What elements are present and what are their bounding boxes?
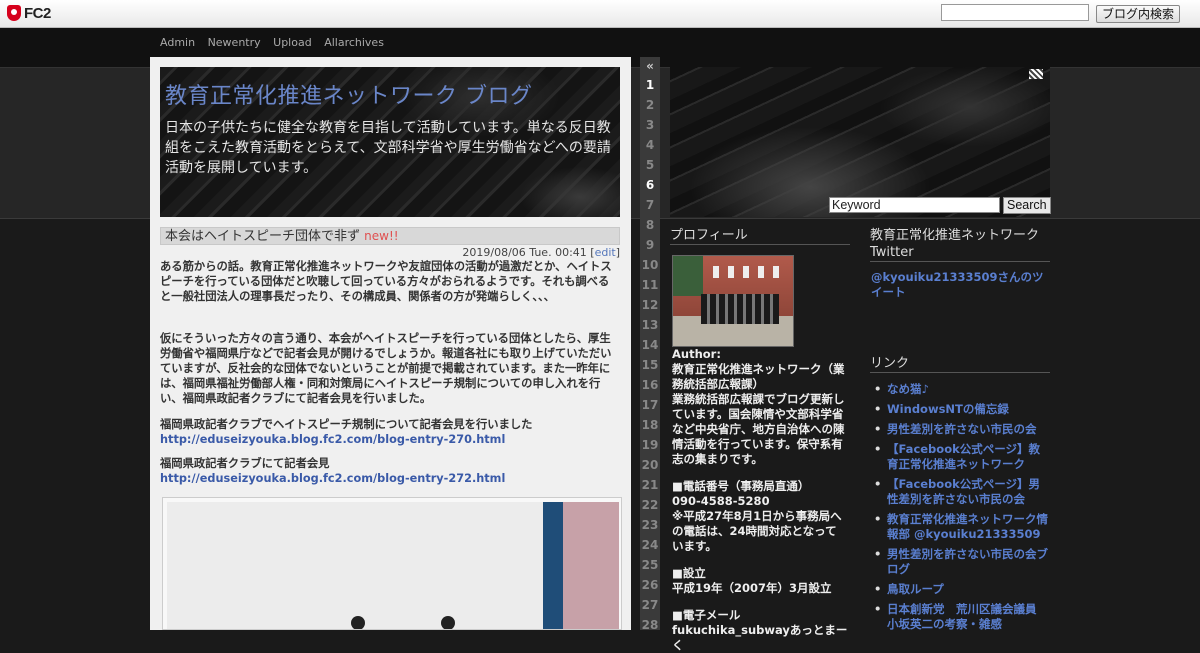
blog-description: 日本の子供たちに健全な教育を目指して活動しています。単なる反日教組をこえた教育活… — [165, 120, 611, 176]
profile-text: Author: 教育正常化推進ネットワーク（業務統括部広報課） 業務統括部広報課… — [672, 347, 848, 653]
pager-17[interactable]: 17 — [640, 398, 660, 412]
entry-datetime: 2019/08/06 Tue. 00:41 — [462, 246, 587, 259]
flag-icon — [1029, 69, 1043, 79]
link-item[interactable]: なめ猫♪ — [871, 382, 1051, 397]
entry-title[interactable]: 本会はヘイトスピーチ団体で非ず new!! — [160, 227, 620, 245]
entry-date: 2019/08/06 Tue. 00:41 [edit] — [462, 246, 620, 259]
pager-18[interactable]: 18 — [640, 418, 660, 432]
entry-paragraph-4: 福岡県政記者クラブにて記者会見 http://eduseizyouka.blog… — [160, 456, 620, 486]
pager-12[interactable]: 12 — [640, 298, 660, 312]
page-number-column: « 1 2 3 4 5 6 7 8 9 10 11 12 13 14 15 16… — [640, 57, 660, 632]
blog-title[interactable]: 教育正常化推進ネットワーク ブログ — [165, 78, 533, 110]
new-badge: new!! — [364, 229, 399, 243]
pager-22[interactable]: 22 — [640, 498, 660, 512]
blog-search-input[interactable] — [941, 4, 1089, 21]
keyword-search-input[interactable] — [829, 197, 1000, 213]
pager-8[interactable]: 8 — [640, 218, 660, 232]
link-item[interactable]: WindowsNTの備忘録 — [871, 402, 1051, 417]
entry-title-text[interactable]: 本会はヘイトスピーチ団体で非ず — [165, 229, 360, 244]
pager-23[interactable]: 23 — [640, 518, 660, 532]
fc2-logo-icon — [7, 5, 21, 21]
profile-name: 教育正常化推進ネットワーク（業務統括部広報課） — [672, 362, 845, 391]
pager-27[interactable]: 27 — [640, 598, 660, 612]
fc2-logo[interactable]: FC2 — [7, 4, 51, 22]
pager-20[interactable]: 20 — [640, 458, 660, 472]
pager-5[interactable]: 5 — [640, 158, 660, 172]
profile-email: fukuchika_subwayあっとまーく — [672, 623, 848, 652]
entry-paragraph-3-text: 福岡県政記者クラブでヘイトスピーチ規制について記者会見を行いました — [160, 418, 533, 431]
top-nav: Admin Newentry Upload Allarchives — [160, 36, 393, 49]
keyword-search-button[interactable]: Search — [1003, 197, 1051, 214]
pager-16[interactable]: 16 — [640, 378, 660, 392]
entry-photo[interactable] — [162, 497, 622, 630]
pager-19[interactable]: 19 — [640, 438, 660, 452]
fc2-header-bar: FC2 ブログ内検索 — [0, 0, 1200, 28]
pager-10[interactable]: 10 — [640, 258, 660, 272]
profile-bio: 業務統括部広報課でブログ更新しています。国会陳情や文部科学省など中央省庁、地方自… — [672, 392, 845, 466]
link-item[interactable]: 男性差別を許さない市民の会ブログ — [871, 547, 1051, 577]
pager-4[interactable]: 4 — [640, 138, 660, 152]
pager-21[interactable]: 21 — [640, 478, 660, 492]
profile-email-label: ■電子メール — [672, 608, 741, 622]
pager-2[interactable]: 2 — [640, 98, 660, 112]
entry-link-272[interactable]: http://eduseizyouka.blog.fc2.com/blog-en… — [160, 471, 620, 486]
right-header-image — [670, 67, 1050, 217]
nav-allarchives[interactable]: Allarchives — [324, 36, 384, 49]
links-list: なめ猫♪ WindowsNTの備忘録 男性差別を許さない市民の会 【Facebo… — [871, 382, 1051, 637]
profile-heading: プロフィール — [670, 227, 850, 245]
link-item[interactable]: 【Facebook公式ページ】教育正常化推進ネットワーク — [871, 442, 1051, 472]
link-item[interactable]: 教育正常化推進ネットワーク情報部 @kyouiku21333509 — [871, 512, 1051, 542]
entry-paragraph-4-text: 福岡県政記者クラブにて記者会見 — [160, 457, 330, 470]
twitter-timeline-link[interactable]: @kyouiku21333509さんのツイート — [871, 270, 1049, 300]
nav-admin[interactable]: Admin — [160, 36, 195, 49]
pager-26[interactable]: 26 — [640, 578, 660, 592]
pager-9[interactable]: 9 — [640, 238, 660, 252]
edit-link[interactable]: edit — [595, 246, 616, 259]
link-item[interactable]: 鳥取ループ — [871, 582, 1051, 597]
pager-14[interactable]: 14 — [640, 338, 660, 352]
pager-1[interactable]: 1 — [640, 78, 660, 92]
pager-6[interactable]: 6 — [640, 178, 660, 192]
pager-prev[interactable]: « — [640, 59, 660, 73]
link-item[interactable]: 【Facebook公式ページ】男性差別を許さない市民の会 — [871, 477, 1051, 507]
pager-15[interactable]: 15 — [640, 358, 660, 372]
links-heading: リンク — [870, 355, 1050, 373]
profile-phone-note: ※平成27年8月1日から事務局への電話は、24時間対応となっています。 — [672, 509, 842, 553]
pager-3[interactable]: 3 — [640, 118, 660, 132]
twitter-heading: 教育正常化推進ネットワークTwitter — [870, 227, 1050, 262]
nav-upload[interactable]: Upload — [273, 36, 312, 49]
profile-phone-label: ■電話番号（事務局直通） — [672, 479, 810, 493]
profile-author-label: Author: — [672, 347, 721, 361]
pager-24[interactable]: 24 — [640, 538, 660, 552]
link-item[interactable]: 男性差別を許さない市民の会 — [871, 422, 1051, 437]
entry-paragraph-2: 仮にそういった方々の言う通り、本会がヘイトスピーチを行っている団体としたら、厚生… — [160, 332, 612, 405]
profile-founded: 平成19年（2007年）3月設立 — [672, 581, 832, 595]
profile-phone: 090-4588-5280 — [672, 494, 770, 508]
entry-link-270[interactable]: http://eduseizyouka.blog.fc2.com/blog-en… — [160, 432, 620, 447]
link-item[interactable]: 日本創新党 荒川区議会議員 小坂英二の考察・雑感 — [871, 602, 1051, 632]
profile-founded-label: ■設立 — [672, 566, 706, 580]
entry-paragraph-1: ある筋からの話。教育正常化推進ネットワークや友誼団体の活動が過激だとか、ヘイトス… — [160, 260, 612, 303]
nav-newentry[interactable]: Newentry — [208, 36, 261, 49]
pager-13[interactable]: 13 — [640, 318, 660, 332]
pager-11[interactable]: 11 — [640, 278, 660, 292]
pager-7[interactable]: 7 — [640, 198, 660, 212]
profile-photo[interactable] — [672, 255, 794, 347]
blog-search-button[interactable]: ブログ内検索 — [1096, 5, 1181, 23]
entry-paragraph-3: 福岡県政記者クラブでヘイトスピーチ規制について記者会見を行いました http:/… — [160, 417, 620, 447]
pager-25[interactable]: 25 — [640, 558, 660, 572]
